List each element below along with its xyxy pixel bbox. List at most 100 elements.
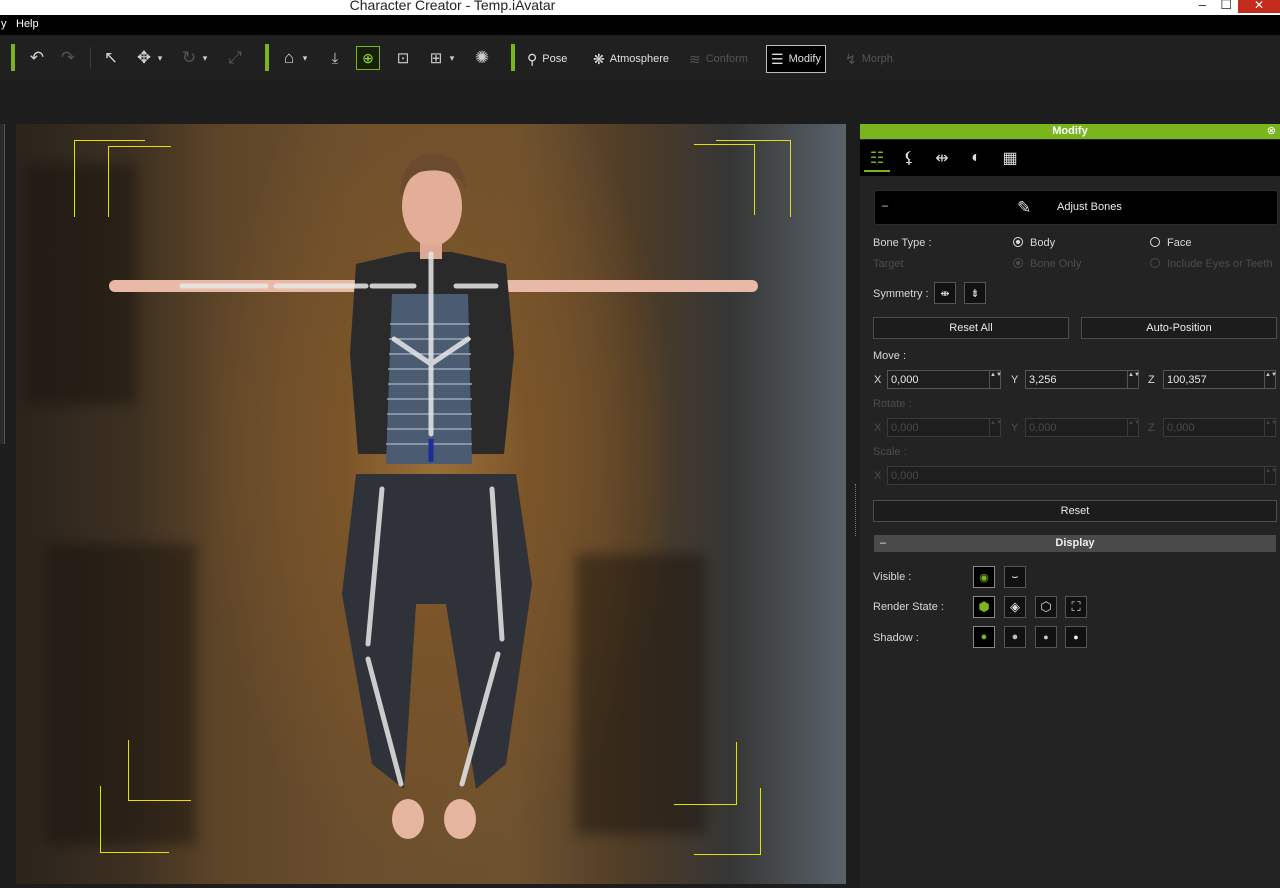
pose-label: Pose [542,53,568,65]
adjust-bones-icon: ✎ [1017,198,1032,217]
fit-down-icon[interactable]: ⤓ [324,46,346,70]
bone-only-radio[interactable] [1013,258,1023,268]
home-dropdown-icon[interactable]: ▾ [300,46,310,70]
rotate-icon[interactable]: ↻ [178,46,200,70]
camera-frame-icon[interactable]: ⊞ [425,46,447,70]
selection-corner-bottom-left [100,786,169,853]
move-x-spinner[interactable]: ▲▼ [989,371,1002,388]
face-radio[interactable] [1150,237,1160,247]
move-icon[interactable]: ✥ [133,46,155,70]
minimize-button[interactable]: – [1199,0,1206,12]
toolbar-group-marker [11,44,15,71]
hidden-eye-icon[interactable]: ⌣ [1004,566,1026,588]
scale-icon[interactable]: ⤢ [224,46,246,70]
select-icon[interactable]: ↖ [100,46,122,70]
rotate-z-spinner[interactable]: ▲▼ [1264,419,1277,436]
render-bounding-box-icon[interactable]: ⛶ [1065,596,1087,618]
body-radio[interactable] [1013,237,1023,247]
tab-material-icon[interactable]: ◐ [963,146,989,170]
render-shaded-icon[interactable]: ◈ [1004,596,1026,618]
rotate-y-value: 0,000 [1029,422,1057,434]
move-dropdown-icon[interactable]: ▾ [155,46,165,70]
pose-button[interactable]: ⚲ Pose [527,47,567,71]
3d-viewport[interactable] [16,124,846,884]
move-y-field[interactable]: 3,256 ▲▼ [1025,370,1140,389]
collapse-icon[interactable]: – [882,200,888,212]
rotate-x-spinner[interactable]: ▲▼ [989,419,1002,436]
shadow-none-icon[interactable]: ● [1065,626,1087,648]
auto-position-button[interactable]: Auto-Position [1081,317,1277,339]
move-z-value: 100,357 [1167,374,1207,386]
toolbar-group-marker [265,44,269,71]
panel-splitter-handle[interactable] [855,484,859,536]
render-solid-icon[interactable]: ⬢ [973,596,995,618]
rotate-x-field[interactable]: 0,000 ▲▼ [887,418,1002,437]
menu-item-partial[interactable]: y [1,18,7,30]
rotate-y-spinner[interactable]: ▲▼ [1127,419,1140,436]
reset-all-button[interactable]: Reset All [873,317,1069,339]
undo-icon[interactable]: ↶ [26,46,48,70]
toolbar-group-marker [511,44,515,71]
modify-panel: Modify ⊗ ☷ ⚸ ⇹ ◐ ▦ – ✎ Adjust Bones Bone… [860,124,1280,888]
title-bar: Character Creator - Temp.iAvatar – ☐ ✕ [0,0,1280,15]
include-eyes-radio[interactable] [1150,258,1160,268]
right-foot [444,799,476,839]
move-x-label: X [874,374,882,386]
home-icon[interactable]: ⌂ [278,46,300,70]
reset-button[interactable]: Reset [873,500,1277,522]
window-title: Character Creator - Temp.iAvatar [349,0,556,13]
scale-x-spinner[interactable]: ▲▼ [1264,467,1277,484]
close-button[interactable]: ✕ [1238,0,1280,13]
adjust-bones-label: Adjust Bones [1057,201,1122,213]
modify-label: Modify [788,53,821,65]
render-wireframe-icon[interactable]: ⬡ [1035,596,1057,618]
morph-button[interactable]: ↯ Morph [845,47,893,71]
tab-pose-icon[interactable]: ⚸ [896,146,922,170]
render-state-label: Render State : [873,601,944,613]
symmetry-left-to-right-icon[interactable]: ⇼ [934,282,956,304]
tab-fit-icon[interactable]: ⇹ [929,146,955,170]
selection-corner-top-right [716,140,791,217]
move-x-value: 0,000 [891,374,919,386]
body-radio-label[interactable]: Body [1030,237,1055,249]
display-collapse-icon[interactable]: – [880,535,886,552]
rotate-dropdown-icon[interactable]: ▾ [200,46,210,70]
panel-header: Modify ⊗ [860,124,1280,139]
move-z-label: Z [1148,374,1155,386]
move-x-field[interactable]: 0,000 ▲▼ [887,370,1002,389]
move-z-spinner[interactable]: ▲▼ [1264,371,1277,388]
frame-icon[interactable]: ⊡ [392,46,414,70]
shadow-full-icon[interactable]: ● [973,626,995,648]
maximize-button[interactable]: ☐ [1220,0,1232,13]
modify-icon: ☰ [771,50,784,67]
panel-title: Modify [1052,125,1088,137]
rotate-y-field[interactable]: 0,000 ▲▼ [1025,418,1140,437]
bone-type-label: Bone Type : [873,237,932,249]
move-y-spinner[interactable]: ▲▼ [1127,371,1140,388]
rotate-z-field[interactable]: 0,000 ▲▼ [1163,418,1277,437]
adjust-bones-header[interactable]: – ✎ Adjust Bones [874,190,1278,225]
visible-eye-icon[interactable]: ◉ [973,566,995,588]
tab-texture-icon[interactable]: ▦ [997,146,1023,170]
tab-modify-icon[interactable]: ☷ [864,146,890,172]
move-z-field[interactable]: 100,357 ▲▼ [1163,370,1277,389]
camera-dropdown-icon[interactable]: ▾ [447,46,457,70]
light-icon[interactable]: ✺ [471,46,493,70]
conform-button[interactable]: ≋ Conform [689,47,748,71]
scale-x-value: 0,000 [891,470,919,482]
scale-x-field[interactable]: 0,000 ▲▼ [887,466,1277,485]
menu-item-help[interactable]: Help [16,18,39,30]
panel-close-icon[interactable]: ⊗ [1267,124,1276,139]
redo-icon[interactable]: ↷ [57,46,79,70]
modify-button[interactable]: ☰ Modify [766,45,826,73]
face-radio-label[interactable]: Face [1167,237,1191,249]
shadow-cast-icon[interactable]: ● [1004,626,1026,648]
target-label: Target [873,258,904,270]
left-dock-strip[interactable] [0,124,5,444]
frame-selected-icon[interactable]: ⊕ [356,46,380,70]
atmosphere-button[interactable]: ❋ Atmosphere [593,47,669,71]
shadow-receive-icon[interactable]: ● [1035,626,1057,648]
bone-only-label: Bone Only [1030,258,1082,270]
display-section-header[interactable]: – Display [874,535,1276,552]
symmetry-right-to-left-icon[interactable]: ⇟ [964,282,986,304]
